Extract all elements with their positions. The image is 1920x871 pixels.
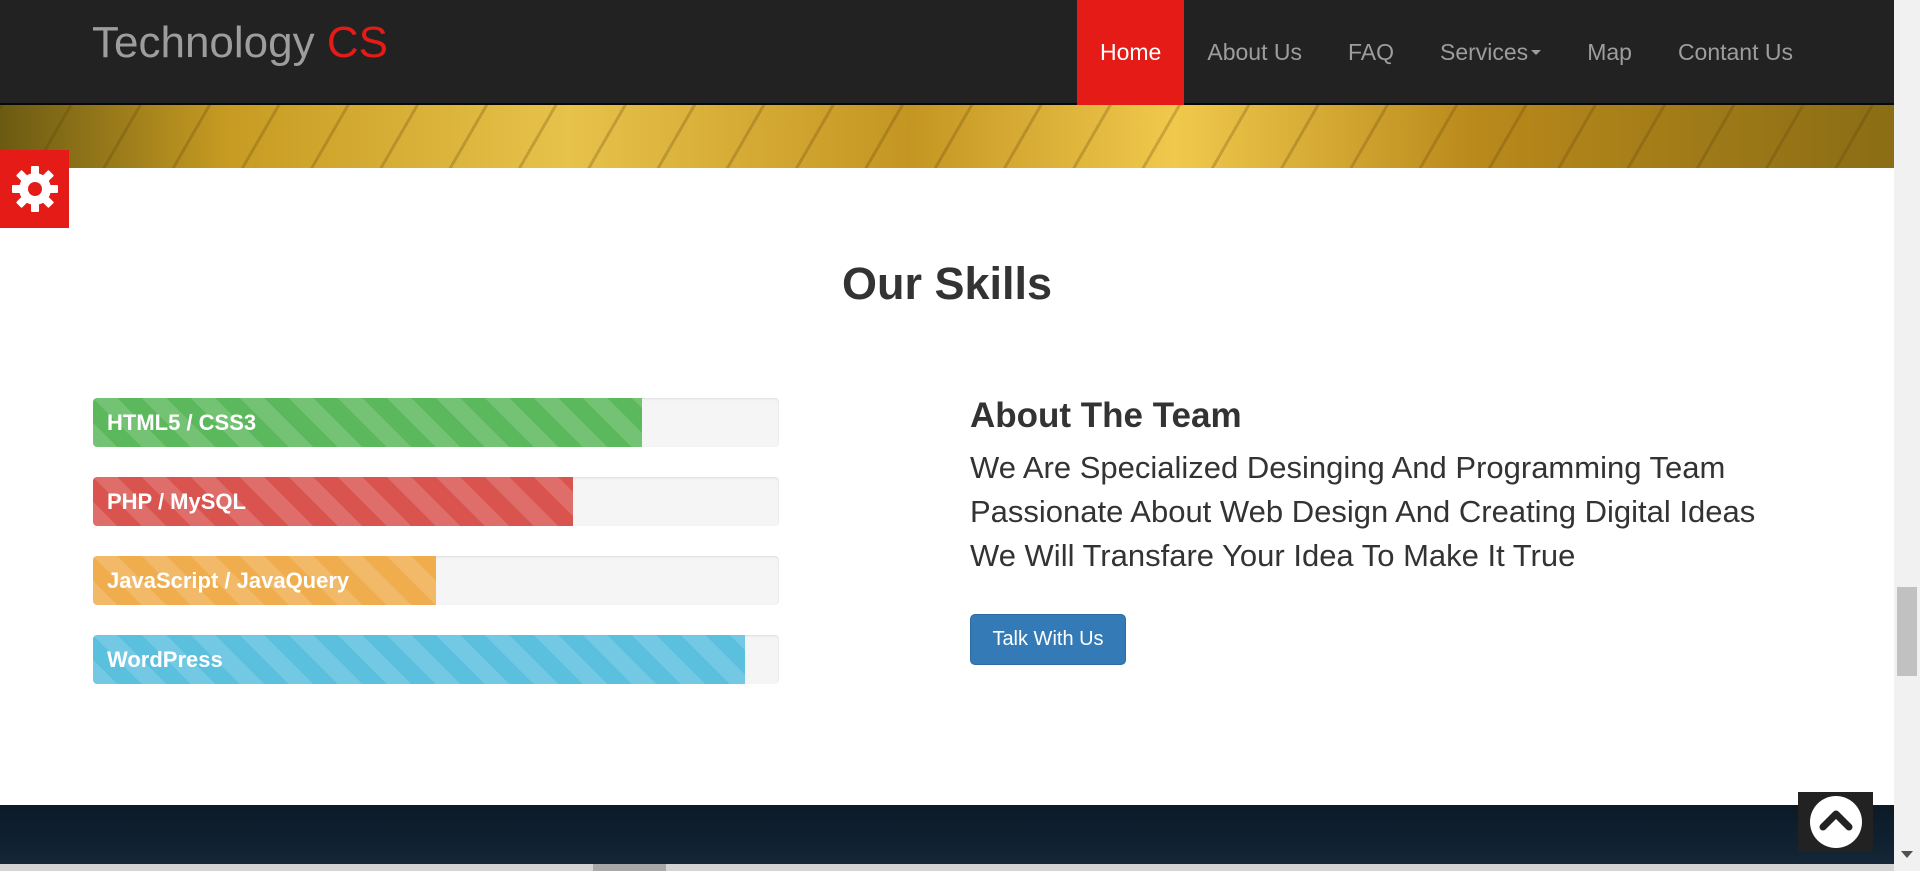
main-nav: Home About Us FAQ Services Map Contant U… (1077, 0, 1816, 105)
about-team: About The Team We Are Specialized Desing… (970, 390, 1830, 578)
nav-home[interactable]: Home (1077, 0, 1185, 105)
skill-progress: PHP / MySQL (93, 477, 779, 526)
about-line: We Are Specialized Desinging And Program… (970, 450, 1726, 485)
scroll-down-arrow-icon[interactable] (1901, 851, 1913, 858)
page: Technology CS Home About Us FAQ Services… (0, 0, 1894, 871)
skill-progress: JavaScript / JavaQuery (93, 556, 779, 605)
nav-about[interactable]: About Us (1184, 0, 1325, 105)
about-line: Passionate About Web Design And Creating… (970, 494, 1756, 529)
about-heading: About The Team (970, 396, 1242, 435)
hero-image-strip (0, 105, 1894, 168)
caret-down-icon (1531, 50, 1542, 55)
dark-section (0, 805, 1894, 871)
nav-map[interactable]: Map (1564, 0, 1655, 105)
section-title: Our Skills (841, 258, 1053, 309)
talk-with-us-button[interactable]: Talk With Us (970, 614, 1126, 665)
settings-toggle[interactable] (0, 150, 69, 228)
brand-logo[interactable]: Technology CS (92, 16, 388, 70)
nav-services-label: Services (1439, 39, 1529, 65)
horizontal-scrollbar[interactable] (0, 864, 1894, 871)
brand-accent: CS (326, 18, 388, 67)
skill-label: WordPress (107, 647, 223, 672)
skill-progress: WordPress (93, 635, 779, 684)
horizontal-scroll-thumb[interactable] (593, 864, 666, 871)
scroll-to-top-button[interactable] (1798, 792, 1873, 852)
chevron-up-icon (1809, 796, 1862, 848)
skills-list: HTML5 / CSS3 PHP / MySQL JavaScript / Ja… (93, 398, 779, 714)
brand-name: Technology (92, 18, 315, 67)
about-line: We Will Transfare Your Idea To Make It T… (970, 538, 1576, 573)
skill-label: PHP / MySQL (107, 489, 246, 514)
about-text: We Are Specialized Desinging And Program… (970, 446, 1830, 578)
nav-faq[interactable]: FAQ (1325, 0, 1417, 105)
vertical-scrollbar[interactable] (1894, 0, 1920, 871)
skill-progress: HTML5 / CSS3 (93, 398, 779, 447)
nav-services[interactable]: Services (1417, 0, 1564, 105)
navbar: Technology CS Home About Us FAQ Services… (0, 0, 1894, 105)
vertical-scroll-thumb[interactable] (1897, 587, 1917, 676)
skill-label: JavaScript / JavaQuery (107, 568, 350, 593)
gear-icon (11, 166, 58, 212)
skill-label: HTML5 / CSS3 (107, 410, 257, 435)
nav-contact[interactable]: Contant Us (1655, 0, 1816, 105)
